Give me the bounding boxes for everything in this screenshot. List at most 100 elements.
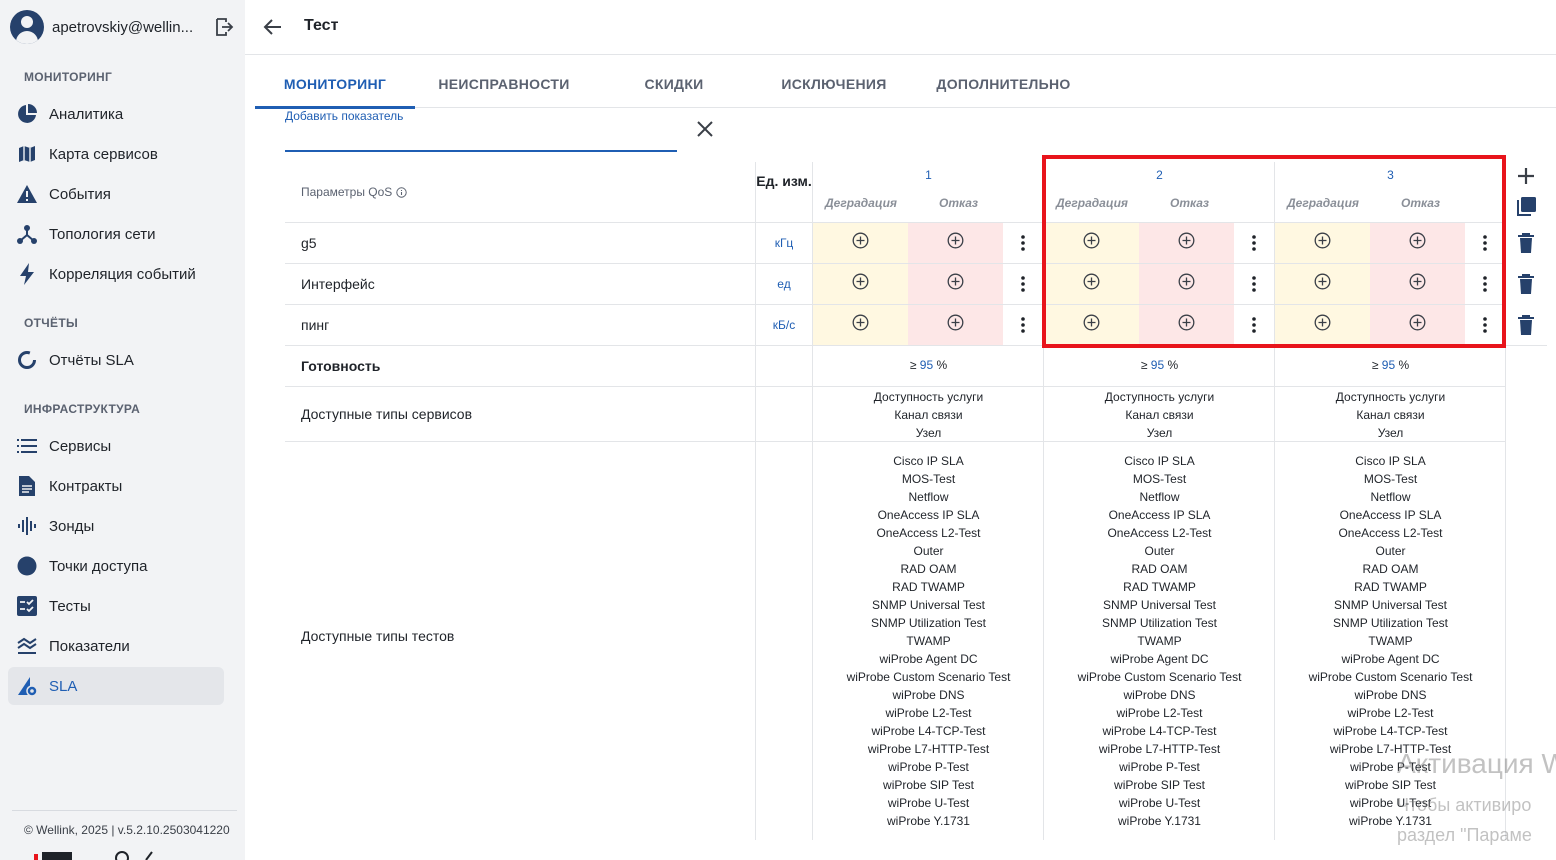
sidebar-item-topology[interactable]: Топология сети <box>8 215 224 253</box>
add-threshold-icon[interactable] <box>1409 273 1426 295</box>
column-number: 3 <box>1387 168 1394 182</box>
more-vert-icon[interactable] <box>1013 274 1033 294</box>
sidebar-item-sla-reports[interactable]: Отчёты SLA <box>8 341 224 379</box>
sidebar-item-services[interactable]: Сервисы <box>8 427 224 465</box>
delete-icon[interactable] <box>1517 274 1535 294</box>
add-threshold-icon[interactable] <box>852 314 869 336</box>
failure-header: Отказ <box>1170 196 1210 210</box>
more-vert-icon[interactable] <box>1013 315 1033 335</box>
sidebar-item-service-map[interactable]: Карта сервисов <box>8 135 224 173</box>
tab-discounts[interactable]: СКИДКИ <box>605 56 743 108</box>
delete-icon[interactable] <box>1517 233 1535 253</box>
list-item: RAD TWAMP <box>1354 580 1427 594</box>
user-profile[interactable]: apetrovskiy@wellin... <box>10 10 235 44</box>
sidebar-item-probes[interactable]: Зонды <box>8 507 224 545</box>
more-vert-icon[interactable] <box>1244 274 1264 294</box>
add-threshold-icon[interactable] <box>947 273 964 295</box>
list-item: Канал связи <box>1125 408 1194 422</box>
add-threshold-icon[interactable] <box>947 232 964 254</box>
sidebar-item-label: Контракты <box>49 477 123 495</box>
failure-cell <box>1370 264 1465 304</box>
list-item: SNMP Universal Test <box>1103 598 1216 612</box>
more-vert-icon[interactable] <box>1244 315 1264 335</box>
section-title-monitoring: МОНИТОРИНГ <box>24 70 113 84</box>
list-item: SNMP Utilization Test <box>871 616 986 630</box>
list-item: RAD OAM <box>1362 562 1419 576</box>
failure-cell <box>1139 305 1234 345</box>
add-metric-input[interactable] <box>285 124 677 152</box>
service-types-list: Доступность услуги Канал связи Узел <box>813 388 1044 442</box>
tab-monitoring[interactable]: МОНИТОРИНГ <box>255 56 415 109</box>
info-icon[interactable] <box>396 186 408 198</box>
tab-faults[interactable]: НЕИСПРАВНОСТИ <box>425 56 583 108</box>
sidebar-item-analytics[interactable]: Аналитика <box>8 95 224 133</box>
metric-name: пинг <box>301 317 330 333</box>
sidebar-item-events[interactable]: События <box>8 175 224 213</box>
sidebar-item-sla[interactable]: SLA <box>8 667 224 705</box>
readiness-number[interactable]: 95 <box>1382 358 1395 372</box>
sidebar-item-label: Карта сервисов <box>49 145 158 163</box>
tab-bar: МОНИТОРИНГ НЕИСПРАВНОСТИ СКИДКИ ИСКЛЮЧЕН… <box>255 56 1556 109</box>
more-vert-icon[interactable] <box>1475 233 1495 253</box>
more-vert-icon[interactable] <box>1013 233 1033 253</box>
add-threshold-icon[interactable] <box>1083 232 1100 254</box>
list-item: OneAccess L2-Test <box>1107 526 1212 540</box>
degradation-cell <box>1275 223 1370 263</box>
unit-header: Ед. изм. <box>756 173 812 189</box>
add-threshold-icon[interactable] <box>1178 314 1195 336</box>
sidebar-item-tests[interactable]: Тесты <box>8 587 224 625</box>
add-threshold-icon[interactable] <box>1178 273 1195 295</box>
list-item: wiProbe L4-TCP-Test <box>1102 724 1217 738</box>
copyright: © Wellink, 2025 | v.5.2.10.2503041220 <box>24 823 230 837</box>
list-item: wiProbe Agent DC <box>879 652 978 666</box>
more-vert-icon[interactable] <box>1475 315 1495 335</box>
column-divider <box>755 162 756 840</box>
add-threshold-icon[interactable] <box>947 314 964 336</box>
add-threshold-icon[interactable] <box>1178 232 1195 254</box>
list-item: Netflow <box>908 490 949 504</box>
tab-exceptions[interactable]: ИСКЛЮЧЕНИЯ <box>765 56 903 108</box>
list-item: wiProbe Agent DC <box>1341 652 1440 666</box>
add-threshold-icon[interactable] <box>1314 232 1331 254</box>
report-ring-icon <box>16 349 38 371</box>
more-vert-icon[interactable] <box>1475 274 1495 294</box>
logout-icon[interactable] <box>213 16 235 38</box>
add-threshold-icon[interactable] <box>1409 232 1426 254</box>
add-threshold-icon[interactable] <box>1409 314 1426 336</box>
close-icon[interactable] <box>696 120 714 138</box>
more-vert-icon[interactable] <box>1244 233 1264 253</box>
add-column-icon[interactable] <box>1517 167 1535 185</box>
readiness-number[interactable]: 95 <box>1151 358 1164 372</box>
service-types-list: Доступность услуги Канал связи Узел <box>1275 388 1506 442</box>
back-arrow-icon[interactable] <box>263 17 283 37</box>
list-item: SNMP Utilization Test <box>1102 616 1217 630</box>
tab-additional[interactable]: ДОПОЛНИТЕЛЬНО <box>925 56 1082 108</box>
sidebar-item-correlation[interactable]: Корреляция событий <box>8 255 224 293</box>
readiness-number[interactable]: 95 <box>920 358 933 372</box>
sidebar-item-metrics[interactable]: Показатели <box>8 627 224 665</box>
list-icon <box>16 435 38 457</box>
list-item: wiProbe P-Test <box>888 760 969 774</box>
add-threshold-icon[interactable] <box>1083 314 1100 336</box>
metrics-icon <box>16 635 38 657</box>
add-threshold-icon[interactable] <box>852 232 869 254</box>
failure-header: Отказ <box>939 196 979 210</box>
copy-icon[interactable] <box>1516 196 1537 217</box>
add-threshold-icon[interactable] <box>852 273 869 295</box>
degradation-cell <box>813 264 908 304</box>
sidebar-item-label: Топология сети <box>49 225 156 243</box>
add-threshold-icon[interactable] <box>1083 273 1100 295</box>
add-threshold-icon[interactable] <box>1314 273 1331 295</box>
failure-cell <box>908 223 1003 263</box>
row-divider <box>285 386 1506 387</box>
metric-unit: кГц <box>774 236 794 250</box>
sidebar-item-contracts[interactable]: Контракты <box>8 467 224 505</box>
sidebar-item-access-points[interactable]: Точки доступа <box>8 547 224 585</box>
delete-icon[interactable] <box>1517 315 1535 335</box>
add-threshold-icon[interactable] <box>1314 314 1331 336</box>
list-item: MOS-Test <box>901 472 956 486</box>
username: apetrovskiy@wellin... <box>52 18 194 36</box>
failure-cell <box>908 305 1003 345</box>
list-item: wiProbe Y.1731 <box>887 814 970 828</box>
avatar <box>10 10 44 44</box>
